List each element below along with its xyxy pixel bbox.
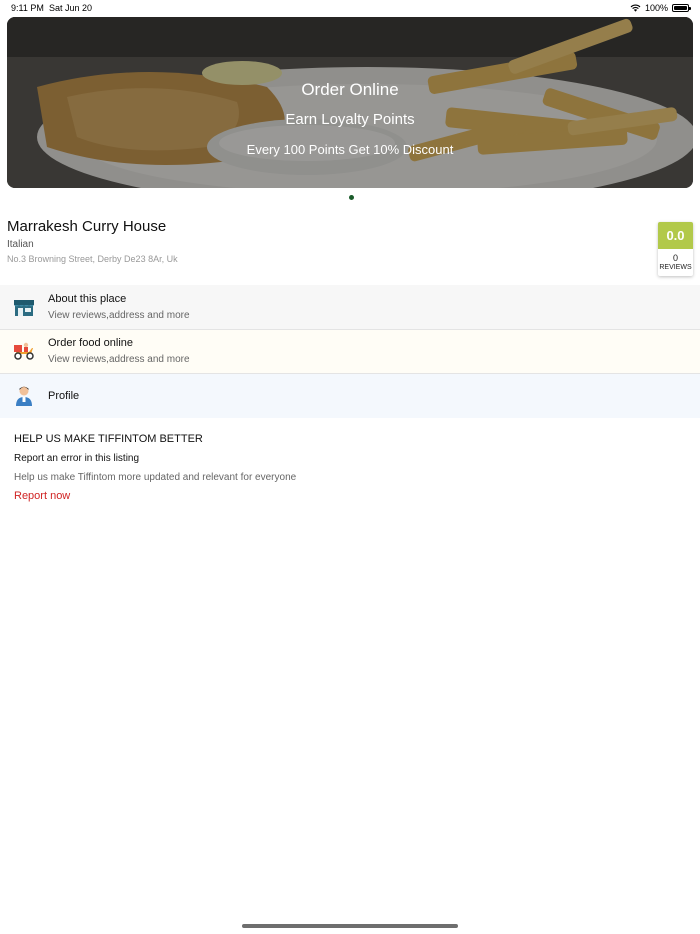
carousel-page-indicator[interactable] xyxy=(349,195,354,200)
profile-title: Profile xyxy=(48,390,80,402)
help-description: Help us make Tiffintom more updated and … xyxy=(14,472,297,483)
banner-promo: Every 100 Points Get 10% Discount xyxy=(246,142,454,157)
review-label: REVIEWS xyxy=(659,264,692,271)
status-bar: 9:11 PM Sat Jun 20 100% xyxy=(0,0,700,17)
restaurant-address: No.3 Browning Street, Derby De23 8Ar, Uk xyxy=(7,254,178,264)
about-place-title: About this place xyxy=(48,293,127,305)
promo-banner[interactable]: Order Online Earn Loyalty Points Every 1… xyxy=(7,17,693,188)
review-count: 0 xyxy=(672,253,678,263)
wifi-icon xyxy=(630,4,641,12)
rating-value: 0.0 xyxy=(658,222,693,249)
status-time: 9:11 PM xyxy=(11,3,44,13)
home-indicator[interactable] xyxy=(242,924,458,928)
order-food-row[interactable]: Order food online View reviews,address a… xyxy=(0,330,700,374)
battery-percent: 100% xyxy=(644,3,668,13)
order-food-title: Order food online xyxy=(48,337,133,349)
profile-row[interactable]: Profile xyxy=(0,374,700,418)
banner-overlay xyxy=(7,17,693,188)
status-indicators: 100% xyxy=(630,3,691,13)
delivery-scooter-icon xyxy=(14,342,34,360)
person-icon xyxy=(16,386,32,406)
rating-card[interactable]: 0.0 0 REVIEWS xyxy=(658,222,693,276)
restaurant-cuisine: Italian xyxy=(7,239,34,250)
banner-subtitle: Earn Loyalty Points xyxy=(285,111,415,128)
report-error-heading: Report an error in this listing xyxy=(14,453,140,464)
store-icon xyxy=(14,300,34,316)
report-now-link[interactable]: Report now xyxy=(14,490,70,502)
about-place-subtitle: View reviews,address and more xyxy=(48,310,190,321)
status-date: Sat Jun 20 xyxy=(49,3,93,13)
order-food-subtitle: View reviews,address and more xyxy=(48,354,190,365)
battery-icon xyxy=(672,4,691,12)
banner-title: Order Online xyxy=(301,80,399,99)
restaurant-name: Marrakesh Curry House xyxy=(7,218,167,235)
about-place-row[interactable]: About this place View reviews,address an… xyxy=(0,285,700,330)
help-section-title: HELP US MAKE TIFFINTOM BETTER xyxy=(14,433,203,445)
